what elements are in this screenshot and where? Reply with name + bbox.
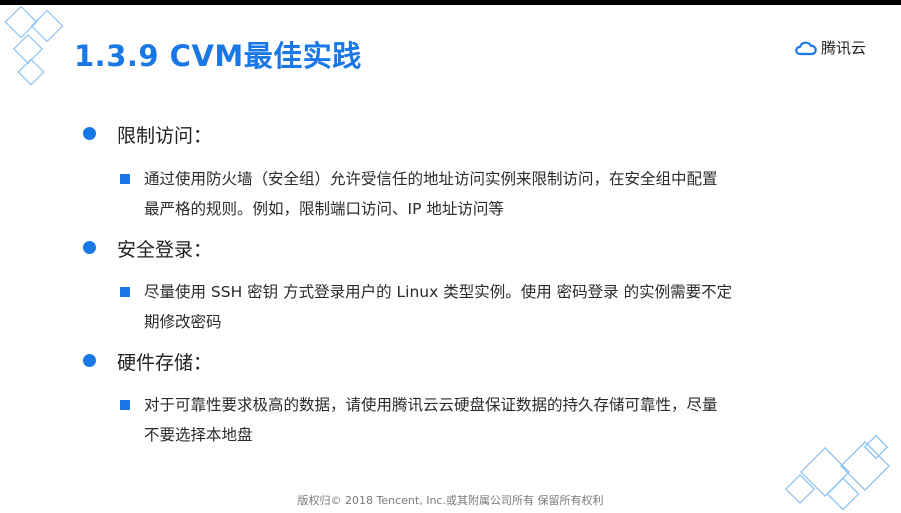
bullet-dot-icon bbox=[83, 354, 96, 367]
bullet-heading: 硬件存储： bbox=[117, 352, 213, 374]
sub-bullet-restrict-access: 通过使用防火墙（安全组）允许受信任的地址访问实例来限制访问，在安全组中配置 最严… bbox=[120, 164, 850, 224]
sub-bullet-hardware-storage: 对于可靠性要求极高的数据，请使用腾讯云云硬盘保证数据的持久存储可靠性，尽量 不要… bbox=[120, 390, 850, 450]
sub-bullet-line: 期修改密码 bbox=[144, 313, 222, 331]
sub-bullet-secure-login: 尽量使用 SSH 密钥 方式登录用户的 Linux 类型实例。使用 密码登录 的… bbox=[120, 277, 850, 337]
square-bullet-icon bbox=[120, 174, 130, 184]
slide: 1.3.9 CVM最佳实践 腾讯云 限制访问： 通过使用防火墙（安全组）允许受信… bbox=[0, 5, 901, 513]
square-bullet-icon bbox=[120, 400, 130, 410]
sub-bullet-line: 尽量使用 SSH 密钥 方式登录用户的 Linux 类型实例。使用 密码登录 的… bbox=[144, 283, 733, 301]
square-bullet-icon bbox=[120, 287, 130, 297]
bullet-heading: 安全登录： bbox=[117, 239, 213, 261]
copyright-footer: 版权归© 2018 Tencent, Inc.或其附属公司所有 保留所有权利 bbox=[297, 494, 604, 507]
brand-name: 腾讯云 bbox=[821, 39, 867, 57]
bullet-dot-icon bbox=[83, 127, 96, 140]
bullet-heading: 限制访问： bbox=[117, 125, 213, 147]
bullet-dot-icon bbox=[83, 241, 96, 254]
sub-bullet-line: 通过使用防火墙（安全组）允许受信任的地址访问实例来限制访问，在安全组中配置 bbox=[144, 170, 718, 188]
cloud-logo-icon bbox=[795, 41, 817, 55]
diamond-decoration-top-left bbox=[4, 5, 64, 86]
brand-logo: 腾讯云 bbox=[794, 37, 866, 58]
slide-title: 1.3.9 CVM最佳实践 bbox=[74, 39, 362, 73]
sub-bullet-line: 最严格的规则。例如，限制端口访问、IP 地址访问等 bbox=[144, 200, 504, 218]
sub-bullet-line: 对于可靠性要求极高的数据，请使用腾讯云云硬盘保证数据的持久存储可靠性，尽量 bbox=[144, 396, 718, 414]
sub-bullet-line: 不要选择本地盘 bbox=[144, 426, 253, 444]
